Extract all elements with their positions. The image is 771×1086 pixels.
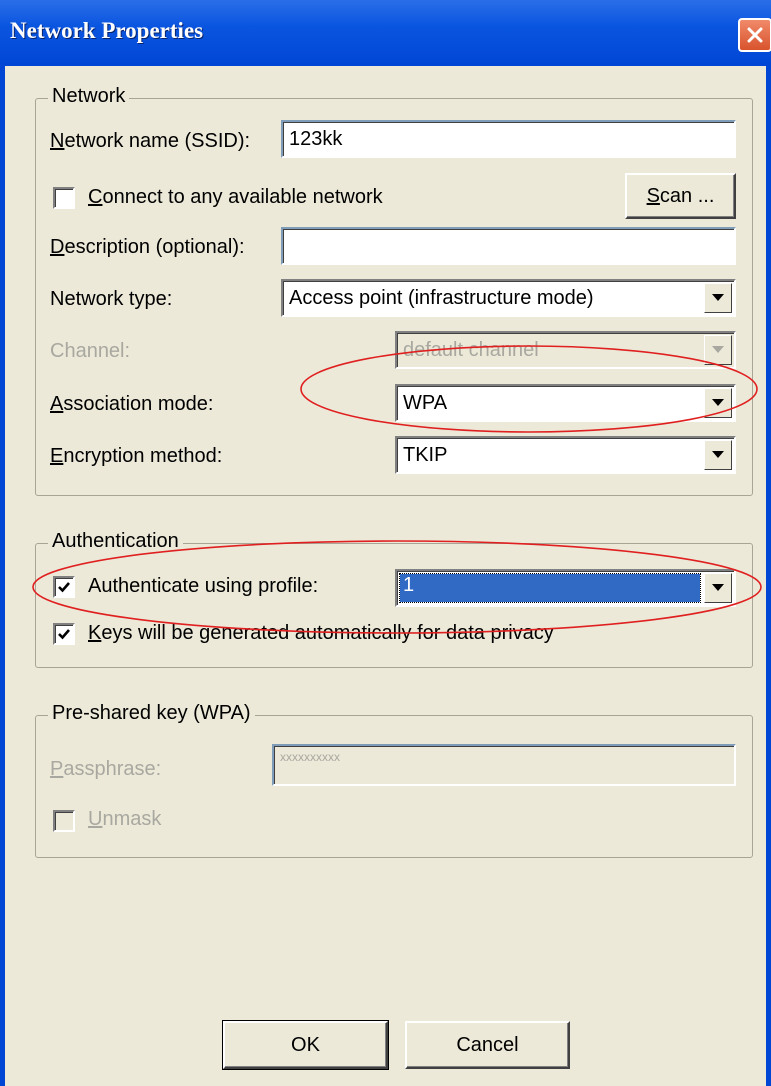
authentication-profile-select[interactable]: 1 <box>395 569 736 607</box>
network-type-select[interactable]: Access point (infrastructure mode) <box>281 279 736 317</box>
association-mode-select[interactable]: WPA <box>395 384 736 422</box>
encryption-method-select[interactable]: TKIP <box>395 436 736 474</box>
encryption-method-value: TKIP <box>403 444 448 466</box>
channel-dropdown-button <box>704 335 732 365</box>
channel-label: Channel: <box>50 340 131 362</box>
scan-button-text: can ... <box>659 185 715 207</box>
connect-any-label-text: onnect to any available network <box>102 186 383 208</box>
description-label: Description (optional): <box>50 236 245 258</box>
connect-any-label: Connect to any available network <box>88 186 383 208</box>
chevron-down-icon <box>712 294 724 301</box>
authentication-profile-dropdown-button[interactable] <box>704 573 732 603</box>
unmask-label-text: nmask <box>102 808 162 830</box>
unmask-label: Unmask <box>88 808 162 830</box>
encryption-method-label-text: ncryption method: <box>63 445 223 467</box>
chevron-down-icon <box>712 584 724 591</box>
unmask-checkbox <box>53 810 75 832</box>
chevron-down-icon <box>712 451 724 458</box>
passphrase-label: Passphrase: <box>50 758 162 780</box>
channel-value: default channel <box>403 339 539 361</box>
ssid-label: Network name (SSID): <box>50 130 251 152</box>
cancel-button[interactable]: Cancel <box>405 1021 570 1069</box>
close-icon <box>747 27 763 43</box>
ssid-label-text: etwork name (SSID): <box>64 130 251 152</box>
description-input[interactable] <box>281 227 736 265</box>
network-type-dropdown-button[interactable] <box>704 283 732 313</box>
channel-select: default channel <box>395 331 736 369</box>
passphrase-label-text: assphrase: <box>63 758 162 780</box>
authenticate-profile-label: Authenticate using profile: <box>88 575 318 598</box>
network-properties-dialog: Network Properties Network Network name … <box>0 0 771 1086</box>
psk-group-title: Pre-shared key (WPA) <box>48 702 255 725</box>
window-title: Network Properties <box>10 18 204 43</box>
encryption-method-dropdown-button[interactable] <box>704 440 732 470</box>
window-frame-right <box>766 66 771 1086</box>
auto-keys-checkbox[interactable] <box>53 623 75 645</box>
authenticate-profile-label-text: Authenticate using profile: <box>88 575 319 597</box>
encryption-method-label: Encryption method: <box>50 445 223 467</box>
description-label-text: escription (optional): <box>64 236 245 258</box>
authenticate-profile-checkbox[interactable] <box>53 576 75 598</box>
association-mode-value: WPA <box>403 392 448 414</box>
network-type-label: Network type: <box>50 288 173 310</box>
network-group-title: Network <box>48 85 130 108</box>
title-bar[interactable]: Network Properties <box>0 0 771 66</box>
connect-any-checkbox[interactable] <box>53 187 75 209</box>
passphrase-input: xxxxxxxxxx <box>272 744 736 786</box>
psk-group: Pre-shared key (WPA) <box>35 702 753 858</box>
checkmark-icon <box>58 582 70 593</box>
authentication-profile-value: 1 <box>399 573 701 603</box>
association-mode-label-text: ssociation mode: <box>63 393 214 415</box>
ssid-input[interactable]: 123kk <box>281 120 736 158</box>
window-frame-left <box>0 66 5 1086</box>
auto-keys-label-text: eys will be generated automatically for … <box>101 622 554 644</box>
association-mode-dropdown-button[interactable] <box>704 388 732 418</box>
checkmark-icon <box>58 629 70 640</box>
authentication-group-title: Authentication <box>48 530 183 553</box>
auto-keys-label: Keys will be generated automatically for… <box>88 622 554 644</box>
close-button[interactable] <box>738 18 771 52</box>
scan-button[interactable]: Scan ... <box>625 173 736 219</box>
network-type-value: Access point (infrastructure mode) <box>289 287 594 309</box>
association-mode-label: Association mode: <box>50 393 214 415</box>
chevron-down-icon <box>712 399 724 406</box>
ok-button[interactable]: OK <box>222 1020 389 1070</box>
chevron-down-icon <box>712 346 724 353</box>
